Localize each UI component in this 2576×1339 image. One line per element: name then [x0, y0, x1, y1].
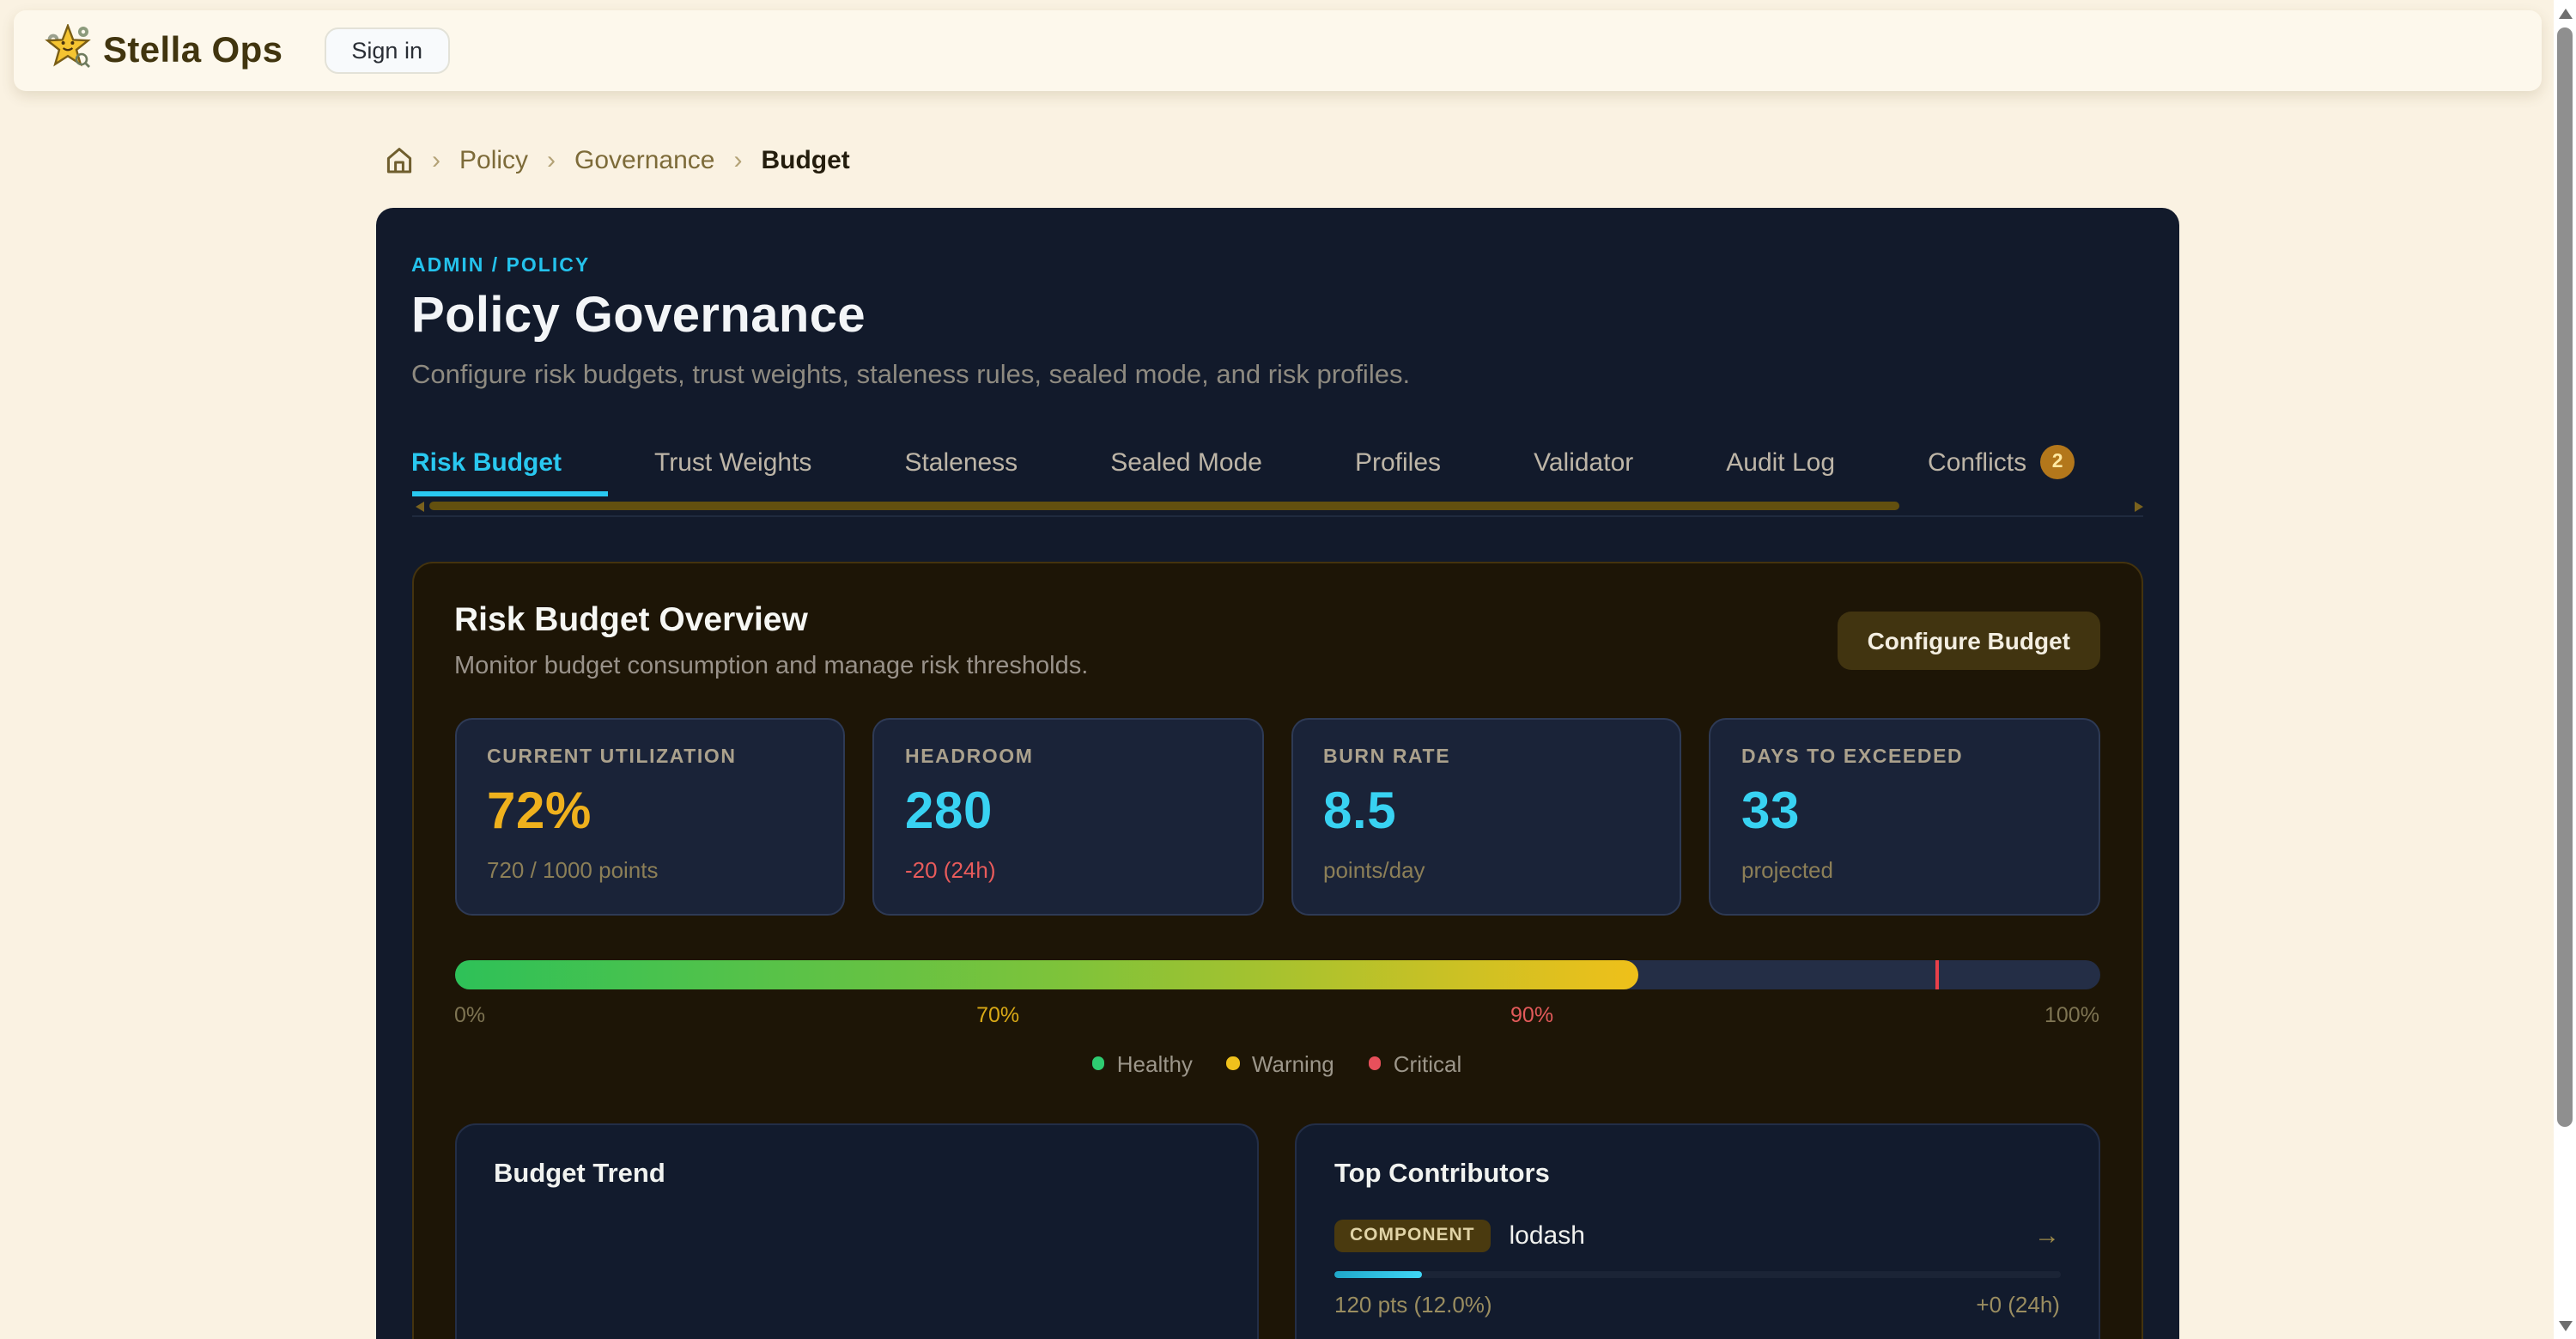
- risk-budget-overview-card: Risk Budget Overview Monitor budget cons…: [411, 561, 2142, 1339]
- warning-dot-icon: [1227, 1057, 1240, 1070]
- browser-scrollbar[interactable]: [2554, 0, 2576, 1339]
- tab-profiles[interactable]: Profiles: [1309, 434, 1487, 496]
- tab-audit-log[interactable]: Audit Log: [1680, 434, 1881, 496]
- tab-staleness[interactable]: Staleness: [858, 434, 1064, 496]
- tab-validator[interactable]: Validator: [1487, 434, 1680, 496]
- meter-legend: Healthy Warning Critical: [454, 1050, 2099, 1076]
- top-contributors-title: Top Contributors: [1334, 1159, 2060, 1190]
- stella-ops-logo-icon: [45, 23, 91, 78]
- stat-value: 280: [905, 782, 1230, 841]
- admin-policy-eyebrow: ADMIN / POLICY: [411, 255, 2142, 276]
- scrollbar-thumb[interactable]: [2557, 27, 2573, 1127]
- top-bar: Stella Ops Sign in: [14, 10, 2542, 91]
- brand-name: Stella Ops: [103, 30, 283, 71]
- stat-days-to-exceeded: DAYS TO EXCEEDED 33 projected: [1709, 717, 2099, 915]
- meter-label-90: 90%: [1510, 1002, 1553, 1026]
- stat-label: HEADROOM: [905, 746, 1230, 767]
- stat-cards: CURRENT UTILIZATION 72% 720 / 1000 point…: [454, 717, 2099, 915]
- breadcrumb-separator: ›: [432, 146, 440, 175]
- contributor-progress: [1334, 1270, 2060, 1278]
- stat-label: DAYS TO EXCEEDED: [1741, 746, 2067, 767]
- contributor-points: 120 pts (12.0%): [1334, 1292, 1492, 1318]
- stat-value: 72%: [487, 782, 812, 841]
- tab-scrollbar-thumb[interactable]: [428, 501, 1899, 510]
- stat-sub: projected: [1741, 856, 2067, 882]
- breadcrumb-current: Budget: [761, 146, 849, 175]
- stat-label: CURRENT UTILIZATION: [487, 746, 812, 767]
- top-contributors-card: Top Contributors COMPONENT lodash → 120 …: [1295, 1123, 2099, 1339]
- policy-governance-panel: ADMIN / POLICY Policy Governance Configu…: [375, 207, 2178, 1339]
- contributor-progress-fill: [1334, 1270, 1421, 1278]
- legend-warning: Warning: [1227, 1050, 1334, 1076]
- stat-sub: -20 (24h): [905, 856, 1230, 882]
- meter-fill: [454, 959, 1639, 989]
- breadcrumb: › Policy › Governance › Budget: [0, 146, 2554, 175]
- breadcrumb-separator: ›: [733, 146, 742, 175]
- critical-dot-icon: [1369, 1057, 1382, 1070]
- stat-label: BURN RATE: [1323, 746, 1649, 767]
- contributor-name: lodash: [1510, 1220, 1585, 1250]
- stat-headroom: HEADROOM 280 -20 (24h): [872, 717, 1263, 915]
- tab-clipped[interactable]: Pl: [2121, 434, 2142, 496]
- contributor-type-badge: COMPONENT: [1334, 1219, 1491, 1251]
- budget-trend-title: Budget Trend: [494, 1159, 1219, 1190]
- stat-burn-rate: BURN RATE 8.5 points/day: [1291, 717, 1681, 915]
- meter-labels: 0% 70% 90% 100%: [454, 1002, 2099, 1026]
- tab-trust-weights[interactable]: Trust Weights: [608, 434, 858, 496]
- stat-value: 8.5: [1323, 782, 1649, 841]
- budget-utilization-meter: [454, 959, 2099, 989]
- tab-bar: Risk Budget Trust Weights Staleness Seal…: [411, 434, 2142, 496]
- breadcrumb-link-governance[interactable]: Governance: [574, 146, 714, 175]
- stat-value: 33: [1741, 782, 2067, 841]
- stat-sub: points/day: [1323, 856, 1649, 882]
- budget-trend-card: Budget Trend 12/1 12/8 12/15 12/22 12/29: [454, 1123, 1259, 1339]
- breadcrumb-separator: ›: [547, 146, 556, 175]
- meter-label-100: 100%: [2044, 1002, 2099, 1026]
- scroll-up-arrow-icon[interactable]: [2558, 9, 2572, 19]
- overview-title: Risk Budget Overview: [454, 600, 1088, 640]
- tab-conflicts[interactable]: Conflicts 2: [1881, 434, 2121, 496]
- tab-scroll-right-arrow-icon[interactable]: [2134, 501, 2142, 511]
- critical-threshold-tick: [1935, 959, 1939, 989]
- contributor-row-lodash[interactable]: COMPONENT lodash → 120 pts (12.0%) +0 (2…: [1334, 1190, 2060, 1339]
- home-icon[interactable]: [384, 146, 413, 175]
- breadcrumb-link-policy[interactable]: Policy: [459, 146, 528, 175]
- healthy-dot-icon: [1092, 1057, 1105, 1070]
- tab-scrollbar[interactable]: [411, 501, 2142, 516]
- overview-subtitle: Monitor budget consumption and manage ri…: [454, 652, 1088, 679]
- meter-label-70: 70%: [976, 1002, 1019, 1026]
- tab-scroll-left-arrow-icon[interactable]: [415, 501, 423, 511]
- tab-sealed-mode[interactable]: Sealed Mode: [1064, 434, 1309, 496]
- stat-current-utilization: CURRENT UTILIZATION 72% 720 / 1000 point…: [454, 717, 845, 915]
- page-title: Policy Governance: [411, 288, 2142, 344]
- legend-critical: Critical: [1369, 1050, 1461, 1076]
- conflicts-count-badge: 2: [2040, 445, 2075, 479]
- sign-in-button[interactable]: Sign in: [324, 27, 450, 74]
- brand[interactable]: Stella Ops: [45, 23, 283, 78]
- contributor-delta: +0 (24h): [1976, 1292, 2060, 1318]
- configure-budget-button[interactable]: Configure Budget: [1838, 611, 2099, 669]
- tab-risk-budget[interactable]: Risk Budget: [411, 434, 608, 496]
- meter-label-0: 0%: [454, 1002, 485, 1026]
- legend-healthy: Healthy: [1092, 1050, 1193, 1076]
- scroll-down-arrow-icon[interactable]: [2558, 1320, 2572, 1330]
- budget-trend-chart: [494, 1269, 1219, 1339]
- page-subtitle: Configure risk budgets, trust weights, s…: [411, 360, 2142, 391]
- application-window: Stella Ops Sign in › Policy › Governance…: [0, 0, 2576, 1339]
- trend-flat-arrow-icon: →: [2034, 1220, 2060, 1250]
- stat-sub: 720 / 1000 points: [487, 856, 812, 882]
